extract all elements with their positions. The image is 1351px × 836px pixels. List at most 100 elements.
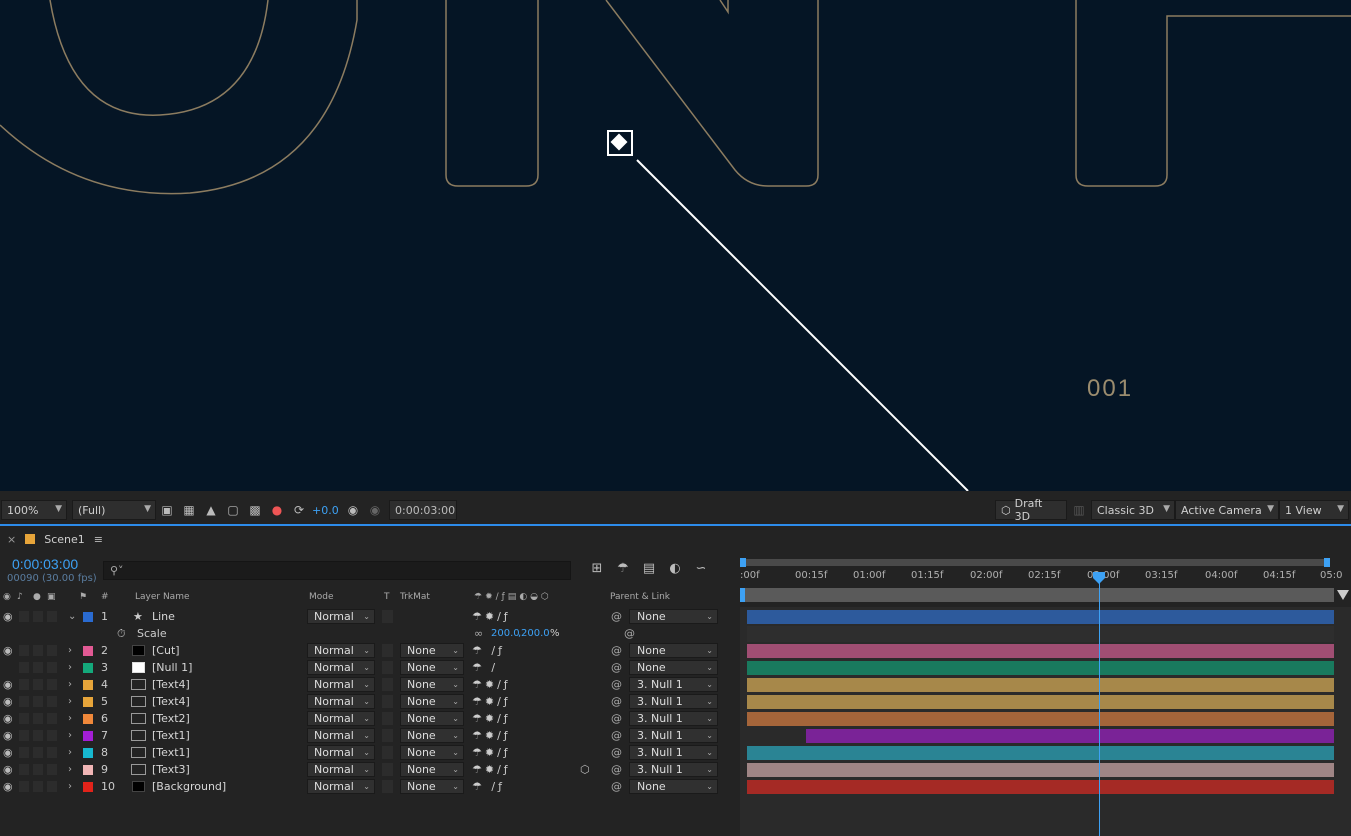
pickwhip-icon[interactable]: @ xyxy=(611,727,622,744)
audio-toggle[interactable] xyxy=(19,781,29,792)
layer-switches[interactable]: ☂✹∕ƒ xyxy=(472,744,511,761)
parent-dropdown[interactable]: 3. Null 1 ⌄ xyxy=(629,762,718,777)
pickwhip-icon[interactable]: @ xyxy=(611,608,622,625)
preserve-transparency-toggle[interactable] xyxy=(382,695,393,708)
blend-mode-dropdown[interactable]: Normal ⌄ xyxy=(307,660,375,675)
lock-toggle[interactable] xyxy=(47,645,57,656)
layer-duration-bar[interactable] xyxy=(747,644,1334,658)
solo-toggle[interactable] xyxy=(33,662,43,673)
layer-name[interactable]: [Text1] xyxy=(152,727,190,744)
track-matte-dropdown[interactable]: None ⌄ xyxy=(400,779,464,794)
work-area-end-handle[interactable] xyxy=(1324,558,1330,567)
layer-duration-bar[interactable] xyxy=(747,695,1334,709)
work-area-bar[interactable] xyxy=(742,588,1334,602)
eye-icon[interactable]: ◉ xyxy=(3,676,13,693)
layer-label-swatch[interactable] xyxy=(83,663,93,673)
solo-toggle[interactable] xyxy=(33,730,43,741)
layer-row[interactable]: › 3 [Null 1] Normal ⌄ None ⌄ ☂ ∕ @ None ⌄ xyxy=(0,659,740,676)
camera-dropdown[interactable]: Active Camera ▼ xyxy=(1175,500,1279,520)
solo-toggle[interactable] xyxy=(33,696,43,707)
eye-icon[interactable]: ◉ xyxy=(3,710,13,727)
close-icon[interactable]: × xyxy=(7,533,16,546)
track-matte-dropdown[interactable]: None ⌄ xyxy=(400,762,464,777)
track-matte-dropdown[interactable]: None ⌄ xyxy=(400,728,464,743)
layer-label-swatch[interactable] xyxy=(83,765,93,775)
lock-toggle[interactable] xyxy=(47,611,57,622)
lock-toggle[interactable] xyxy=(47,781,57,792)
preserve-transparency-toggle[interactable] xyxy=(382,780,393,793)
chevron-right-icon[interactable]: › xyxy=(68,693,72,710)
track-matte-dropdown[interactable]: None ⌄ xyxy=(400,643,464,658)
layer-switches[interactable]: ☂ ∕ƒ xyxy=(472,778,505,795)
lock-switch-icon[interactable]: ▣ xyxy=(47,592,56,602)
layer-switches[interactable]: ☂✹∕ƒ xyxy=(472,676,511,693)
preserve-transparency-toggle[interactable] xyxy=(382,678,393,691)
preserve-transparency-toggle[interactable] xyxy=(382,746,393,759)
blend-mode-dropdown[interactable]: Normal ⌄ xyxy=(307,643,375,658)
layer-duration-bar[interactable] xyxy=(747,610,1334,624)
composition-mini-flowchart-icon[interactable]: ⊞ xyxy=(584,561,610,576)
parent-dropdown[interactable]: None ⌄ xyxy=(629,660,718,675)
blend-mode-dropdown[interactable]: Normal ⌄ xyxy=(307,745,375,760)
track-matte-dropdown[interactable]: None ⌄ xyxy=(400,677,464,692)
scale-y-value[interactable]: 200.0 xyxy=(521,625,550,642)
blend-mode-dropdown[interactable]: Normal ⌄ xyxy=(307,694,375,709)
layer-switches[interactable]: ☂✹∕ƒ xyxy=(472,710,511,727)
parent-dropdown[interactable]: None ⌄ xyxy=(629,779,718,794)
reset-exposure-icon[interactable]: ⟳ xyxy=(290,501,308,519)
blend-mode-dropdown[interactable]: Normal ⌄ xyxy=(307,677,375,692)
layer-name[interactable]: [Cut] xyxy=(152,642,180,659)
layer-bars-area[interactable] xyxy=(740,607,1351,836)
audio-switch-icon[interactable]: ♪ xyxy=(17,592,23,602)
transparency-grid-icon[interactable]: ▦ xyxy=(180,501,198,519)
pickwhip-icon[interactable]: @ xyxy=(611,693,622,710)
column-layer-name[interactable]: Layer Name xyxy=(135,592,190,602)
layer-label-swatch[interactable] xyxy=(83,714,93,724)
parent-dropdown[interactable]: None ⌄ xyxy=(629,643,718,658)
layer-duration-bar[interactable] xyxy=(747,661,1334,675)
lock-toggle[interactable] xyxy=(47,730,57,741)
track-matte-dropdown[interactable]: None ⌄ xyxy=(400,711,464,726)
blend-mode-dropdown[interactable]: Normal ⌄ xyxy=(307,779,375,794)
layer-row[interactable]: ◉ › 6 [Text2] Normal ⌄ None ⌄ ☂✹∕ƒ @ 3. Nu… xyxy=(0,710,740,727)
solo-toggle[interactable] xyxy=(33,645,43,656)
label-tag-icon[interactable]: ⚑ xyxy=(79,592,87,602)
mask-visibility-icon[interactable]: ▲ xyxy=(202,501,220,519)
parent-dropdown[interactable]: 3. Null 1 ⌄ xyxy=(629,694,718,709)
layer-duration-bar[interactable] xyxy=(805,729,1334,743)
eye-icon[interactable]: ◉ xyxy=(3,744,13,761)
layer-row[interactable]: ◉ › 10 [Background] Normal ⌄ None ⌄ ☂ ∕ƒ @… xyxy=(0,778,740,795)
solo-toggle[interactable] xyxy=(33,611,43,622)
current-time-indicator-line[interactable] xyxy=(1099,574,1100,836)
frame-blending-icon[interactable]: ▤ xyxy=(636,561,662,576)
preserve-transparency-toggle[interactable] xyxy=(382,729,393,742)
camera-snapshot-icon[interactable]: ◉ xyxy=(344,501,362,519)
chevron-right-icon[interactable]: › xyxy=(68,744,72,761)
audio-toggle[interactable] xyxy=(19,730,29,741)
channel-icon[interactable]: ● xyxy=(268,501,286,519)
work-area-start-handle[interactable] xyxy=(740,558,746,567)
solo-toggle[interactable] xyxy=(33,713,43,724)
layer-name[interactable]: [Text3] xyxy=(152,761,190,778)
layer-switches[interactable]: ☂ ∕ xyxy=(472,659,498,676)
grid-guides-icon[interactable]: ▩ xyxy=(246,501,264,519)
fast-preview-icon[interactable]: ▣ xyxy=(158,501,176,519)
parent-dropdown[interactable]: 3. Null 1 ⌄ xyxy=(629,711,718,726)
eye-icon[interactable]: ◉ xyxy=(3,727,13,744)
layer-row[interactable]: ◉ › 5 [Text4] Normal ⌄ None ⌄ ☂✹∕ƒ @ 3. Nu… xyxy=(0,693,740,710)
chevron-right-icon[interactable]: › xyxy=(68,710,72,727)
chevron-right-icon[interactable]: › xyxy=(68,659,72,676)
layer-switches[interactable]: ☂✹∕ƒ xyxy=(472,727,511,744)
chevron-down-icon[interactable]: ⌄ xyxy=(68,608,76,625)
preserve-transparency-toggle[interactable] xyxy=(382,763,393,776)
zoom-dropdown[interactable]: 100% ▼ xyxy=(1,500,67,520)
chevron-right-icon[interactable]: › xyxy=(68,727,72,744)
parent-dropdown[interactable]: 3. Null 1 ⌄ xyxy=(629,677,718,692)
layer-duration-bar[interactable] xyxy=(747,712,1334,726)
layer-duration-bar[interactable] xyxy=(747,678,1334,692)
audio-toggle[interactable] xyxy=(19,645,29,656)
layer-duration-bar[interactable] xyxy=(747,780,1334,794)
pickwhip-icon[interactable]: @ xyxy=(611,761,622,778)
lock-toggle[interactable] xyxy=(47,764,57,775)
audio-toggle[interactable] xyxy=(19,679,29,690)
